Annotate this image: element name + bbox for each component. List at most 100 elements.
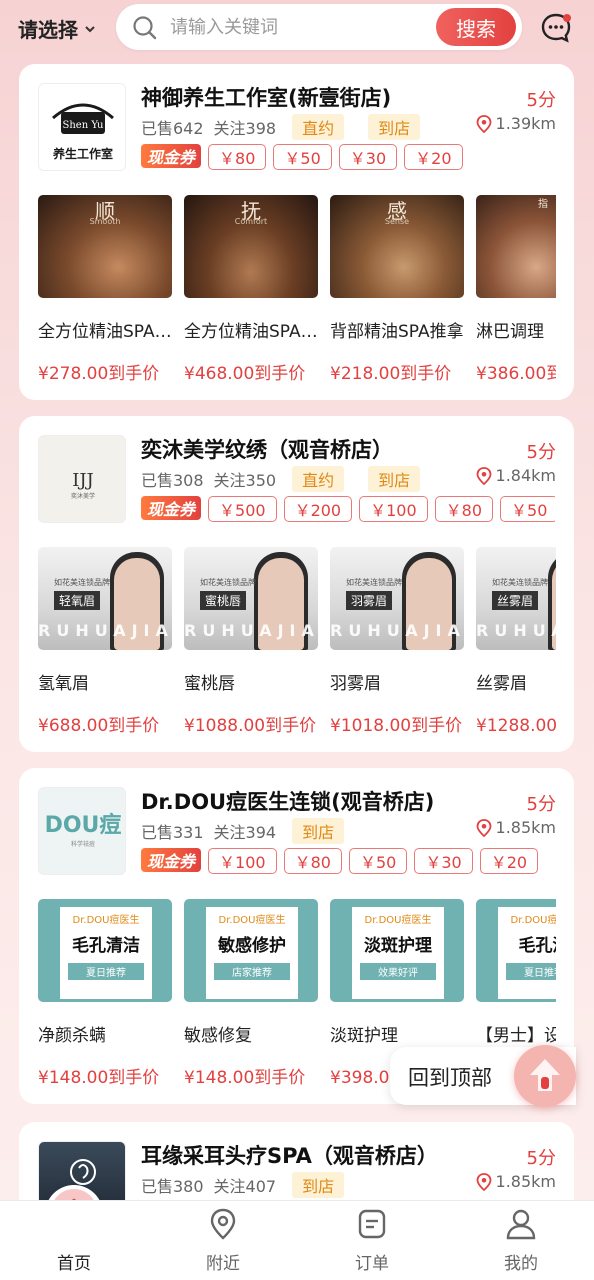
product-item[interactable]: Dr.DOU痘医生 毛孔清洁 夏日推荐 净颜杀螨 ¥148.00到手价 (38, 899, 172, 1088)
shop-distance: 1.39km (476, 114, 556, 133)
logo-text: IJJ (72, 470, 94, 491)
thumb-brand: Dr.DOU痘医生 (218, 915, 286, 926)
logo-subtext: 养生工作室 (52, 146, 113, 161)
product-price: ¥688.00到手价 (38, 716, 160, 736)
city-selector[interactable]: 请选择 (18, 14, 96, 43)
coupon[interactable]: ￥100 (208, 848, 277, 874)
product-item[interactable]: Dr.DOU痘医生 毛孔清 夏日推荐 【男士】设计 (476, 899, 556, 1046)
tag-instore: 到店 (368, 466, 421, 492)
product-thumb: 顺 Smooth (38, 195, 172, 298)
product-name: 全方位精油SPA头疗 (38, 322, 174, 342)
coupon[interactable]: ￥80 (283, 848, 342, 874)
user-icon (506, 1209, 536, 1240)
product-thumb: 如花美连锁品牌 羽雾眉 RUHUAJIA (330, 547, 464, 650)
tab-label: 我的 (504, 1254, 538, 1274)
coupon-row: 现金券 ￥500 ￥200 ￥100 ￥80 ￥50 ￥ (141, 496, 555, 522)
search-input[interactable] (170, 13, 420, 41)
search-bar[interactable]: 搜索 (116, 4, 522, 50)
coupon[interactable]: ￥20 (479, 848, 539, 874)
message-icon[interactable] (540, 12, 572, 44)
location-pin-icon (476, 1172, 491, 1191)
product-name: 羽雾眉 (330, 674, 381, 694)
product-price: ¥278.00到手价 (38, 364, 160, 384)
tab-mine[interactable]: 我的 (471, 1201, 571, 1280)
coupon[interactable]: ￥50 (273, 144, 332, 170)
product-item[interactable]: 顺 Smooth 全方位精油SPA头疗 ¥278.00到手价 (38, 195, 174, 384)
distance-value: 1.85km (495, 1172, 556, 1191)
product-name: 丝雾眉 (476, 674, 527, 694)
product-price: ¥148.00到手价 (184, 1068, 306, 1088)
thumb-sub: 效果好评 (360, 963, 436, 980)
coupon[interactable]: ￥50 (500, 496, 555, 522)
product-name: 淋巴调理 (476, 322, 544, 342)
product-thumb: 如花美连锁品牌 蜜桃唇 RUHUAJIA (184, 547, 318, 650)
product-strip[interactable]: 顺 Smooth 全方位精油SPA头疗 ¥278.00到手价 抚 Comfort… (38, 195, 556, 395)
product-price: ¥148.00到手价 (38, 1068, 160, 1088)
shop-name[interactable]: Dr.DOU痘医生连锁(观音桥店) (141, 786, 434, 816)
product-thumb: 指 (476, 195, 556, 298)
coupon[interactable]: ￥100 (359, 496, 428, 522)
product-price: ¥468.00到手价 (184, 364, 306, 384)
shop-name[interactable]: 耳缘采耳头疗SPA（观音桥店） (141, 1140, 438, 1170)
product-item[interactable]: Dr.DOU痘医生 敏感修护 店家推荐 敏感修复 ¥148.00到手价 (184, 899, 318, 1088)
product-item[interactable]: 如花美连锁品牌 轻氧眉 RUHUAJIA 氢氧眉 ¥688.00到手价 (38, 547, 172, 736)
product-strip[interactable]: 如花美连锁品牌 轻氧眉 RUHUAJIA 氢氧眉 ¥688.00到手价 如花美连… (38, 547, 556, 747)
shop-card[interactable]: IJJ 奕沐美学 奕沐美学纹绣（观音桥店） 5分 已售308 关注350 直约 … (19, 416, 574, 752)
logo-text: 神 Shen Yu 御 (49, 118, 116, 131)
coupon[interactable]: ￥200 (283, 496, 353, 522)
product-item[interactable]: 抚 Comfort 全方位精油SPA头疗 ¥468.00到手价 (184, 195, 320, 384)
thumb-brand: RUHUAJIA (38, 621, 172, 640)
shop-distance: 1.84km (476, 466, 556, 485)
product-item[interactable]: 如花美连锁品牌 羽雾眉 RUHUAJIA 羽雾眉 ¥1018.00到手价 (330, 547, 464, 736)
logo-subtext: 奕沐美学 (71, 492, 95, 500)
tab-orders[interactable]: 订单 (322, 1201, 422, 1280)
tab-nearby[interactable]: 附近 (173, 1201, 273, 1280)
sold-count: 已售308 (141, 471, 204, 490)
shop-card[interactable]: 神 Shen Yu 御 养生工作室 神御养生工作室(新壹街店) 5分 已售642… (19, 64, 574, 400)
coupon[interactable]: ￥20 (404, 144, 463, 170)
shop-name[interactable]: 神御养生工作室(新壹街店) (141, 82, 391, 112)
shop-distance: 1.85km (476, 818, 556, 837)
product-price: ¥1088.00到手价 (184, 716, 317, 736)
coupon[interactable]: ￥30 (338, 144, 398, 170)
shop-logo: DOU痘 科学祛痘 (38, 787, 126, 875)
coupon[interactable]: ￥500 (208, 496, 277, 522)
product-name: 敏感修复 (184, 1026, 252, 1046)
cash-coupon-badge: 现金券 (141, 848, 202, 872)
shop-name[interactable]: 奕沐美学纹绣（观音桥店） (141, 434, 393, 464)
product-item[interactable]: 如花美连锁品牌 蜜桃唇 RUHUAJIA 蜜桃唇 ¥1088.00到手价 (184, 547, 318, 736)
thumb-word: 毛孔清洁 (72, 936, 140, 956)
follow-count: 关注350 (213, 471, 277, 490)
tab-label: 附近 (206, 1254, 240, 1274)
sold-count: 已售642 (141, 119, 204, 138)
search-button[interactable]: 搜索 (436, 8, 516, 46)
coupon[interactable]: ￥50 (348, 848, 408, 874)
shop-logo: IJJ 奕沐美学 (38, 435, 126, 523)
product-item[interactable]: 感 Sense 背部精油SPA推拿 ¥218.00到手价 (330, 195, 464, 384)
location-pin-icon (476, 466, 491, 485)
shop-stats: 已售308 关注350 直约 到店 (141, 466, 421, 492)
coupon[interactable]: ￥80 (208, 144, 267, 170)
coupon[interactable]: ￥30 (414, 848, 473, 874)
thumb-sub: 如花美连锁品牌 (346, 578, 402, 587)
product-item[interactable]: 如花美连锁品牌 丝雾眉 RUHUAJIA 丝雾眉 ¥1288.00到手价 (476, 547, 556, 736)
product-item[interactable]: Dr.DOU痘医生 淡斑护理 效果好评 淡斑护理 ¥398.00到手价 (330, 899, 464, 1088)
tag-direct: 直约 (292, 466, 345, 492)
product-price: ¥386.00到手价 (476, 364, 556, 384)
product-name: 淡斑护理 (330, 1026, 398, 1046)
product-item[interactable]: 指 淋巴调理 ¥386.00到手价 (476, 195, 556, 384)
location-pin-icon (476, 818, 491, 837)
thumb-sub: Sense (384, 217, 410, 226)
coupon[interactable]: ￥80 (434, 496, 494, 522)
product-thumb: Dr.DOU痘医生 敏感修护 店家推荐 (184, 899, 318, 1002)
city-label: 请选择 (18, 18, 78, 42)
tab-home[interactable]: 首页 (24, 1201, 124, 1280)
search-icon (133, 16, 157, 40)
tab-label: 首页 (57, 1254, 91, 1274)
location-pin-icon (476, 114, 491, 133)
arrow-up-icon (530, 1059, 560, 1091)
back-to-top-button[interactable] (514, 1045, 576, 1107)
product-thumb: Dr.DOU痘医生 毛孔清 夏日推荐 (476, 899, 556, 1002)
thumb-brand: RUHUAJIA (330, 621, 464, 640)
thumb-brand: RUHUAJIA (184, 621, 318, 640)
